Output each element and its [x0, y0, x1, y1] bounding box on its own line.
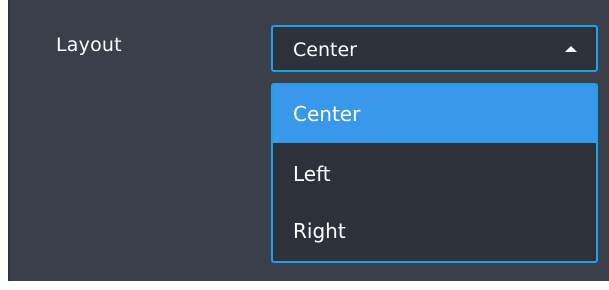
layout-label: Layout	[56, 34, 122, 56]
layout-option-right[interactable]: Right	[273, 202, 596, 260]
layout-options-menu: Center Left Right	[271, 83, 598, 263]
layout-select[interactable]: Center	[271, 25, 598, 72]
panel-divider	[8, 0, 10, 281]
layout-option-center[interactable]: Center	[273, 85, 596, 143]
layout-select-value: Center	[293, 39, 357, 61]
layout-option-left[interactable]: Left	[273, 145, 596, 203]
caret-up-icon	[565, 46, 577, 52]
